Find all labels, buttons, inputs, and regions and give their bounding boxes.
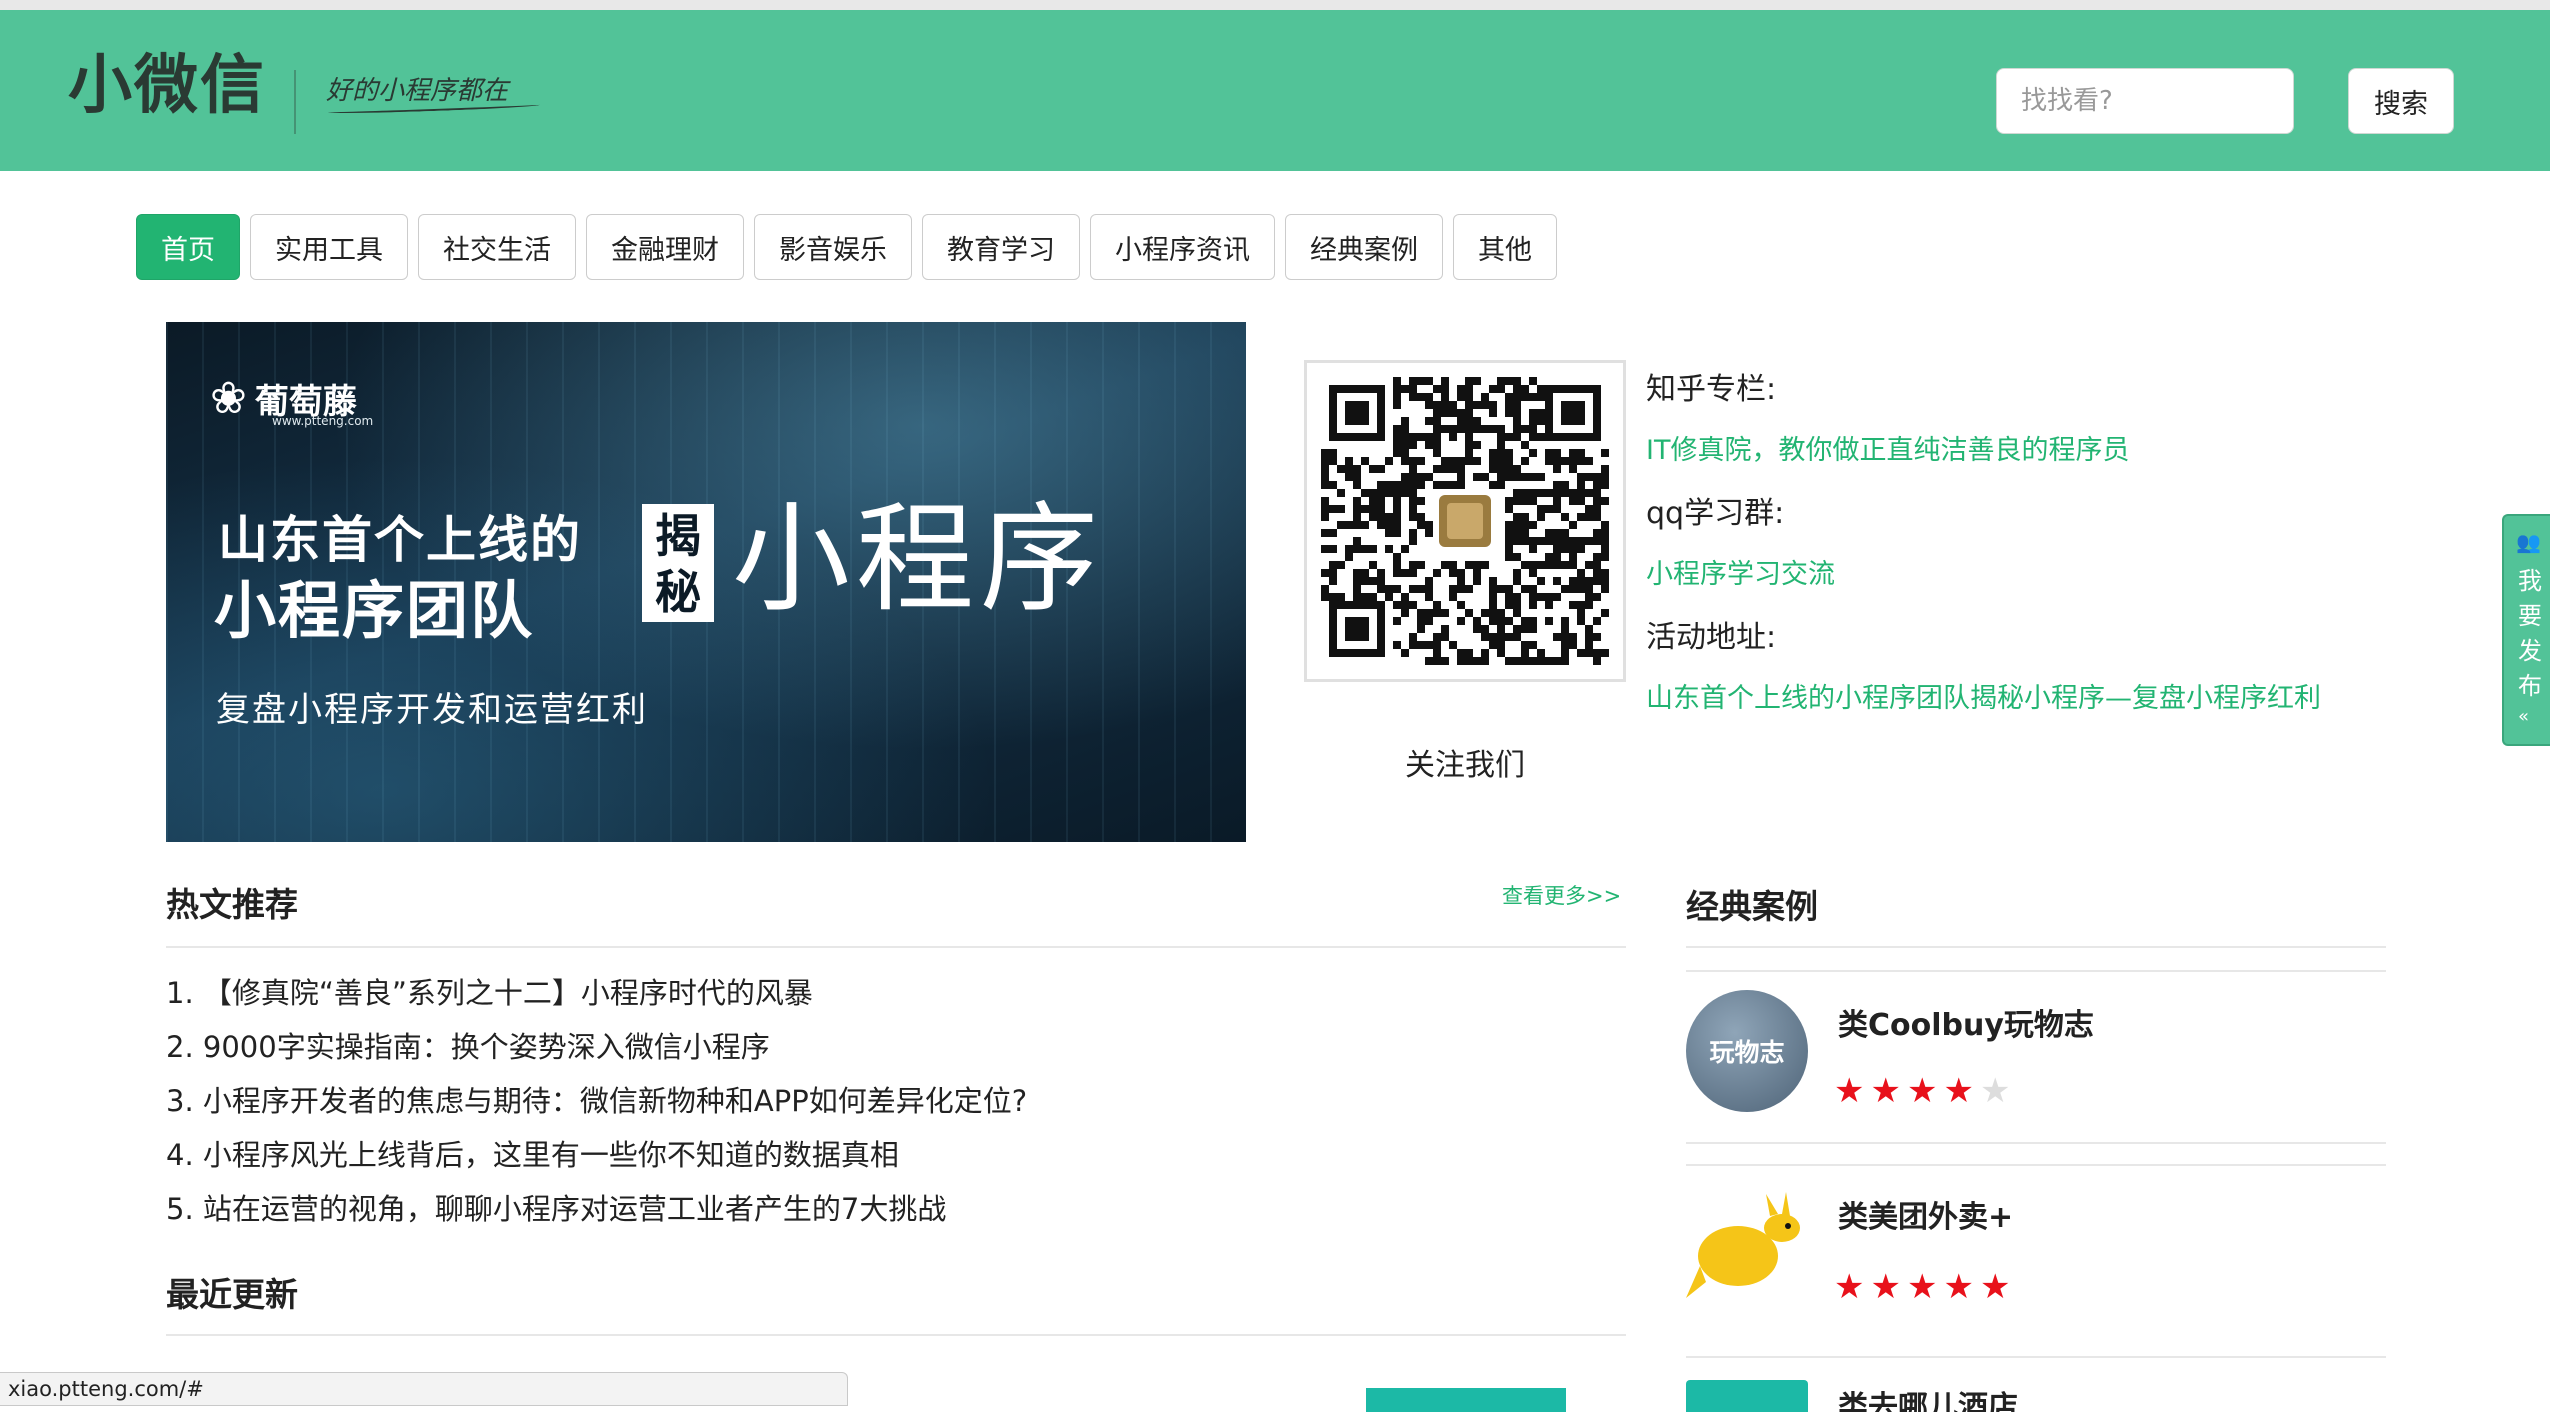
hot-more-link[interactable]: 查看更多>> <box>1502 880 1621 910</box>
zhihu-link[interactable]: IT修真院，教你做正直纯洁善良的程序员 <box>1646 428 2129 467</box>
banner-subtitle: 复盘小程序开发和运营红利 <box>216 690 648 730</box>
case-name[interactable]: 类美团外卖+ <box>1838 1192 2013 1236</box>
collapse-arrow-icon: « <box>2518 706 2530 727</box>
qq-label: qq学习群: <box>1646 496 1785 531</box>
hot-article-3[interactable]: 3. 小程序开发者的焦虑与期待：微信新物种和APP如何差异化定位? <box>166 1078 1027 1120</box>
case-item-2[interactable]: 类美团外卖+ ★ ★ ★ ★ ★ <box>1686 1186 2386 1336</box>
kangaroo-logo-icon <box>1686 1192 1800 1298</box>
hot-article-5[interactable]: 5. 站在运营的视角，聊聊小程序对运营工业者产生的7大挑战 <box>166 1186 946 1228</box>
case-divider-4 <box>1686 1356 2386 1358</box>
star-icon: ★ <box>1943 1071 1974 1111</box>
hot-article-1[interactable]: 1. 【修真院“善良”系列之十二】小程序时代的风暴 <box>166 970 813 1012</box>
nav-item-social[interactable]: 社交生活 <box>418 214 576 280</box>
nav-item-finance[interactable]: 金融理财 <box>586 214 744 280</box>
case-divider-2 <box>1686 1142 2386 1144</box>
star-empty-icon: ★ <box>1979 1071 2011 1111</box>
case-name-3[interactable]: 类去哪儿酒店 <box>1838 1382 2018 1412</box>
banner-brand-url: www.ptteng.com <box>272 414 374 428</box>
nav-item-home[interactable]: 首页 <box>136 214 240 280</box>
logo-divider <box>294 70 296 134</box>
star-icon: ★ <box>1906 1267 1938 1307</box>
cases-section-title: 经典案例 <box>1686 887 1818 926</box>
recent-divider <box>166 1334 1626 1336</box>
star-icon: ★ <box>1834 1071 1865 1111</box>
case-divider-1 <box>1686 970 2386 972</box>
site-slogan: 好的小程序都在 <box>326 76 509 106</box>
grape-logo-icon: ❀ <box>210 372 247 424</box>
publish-side-tab[interactable]: 👥 我要发布 « <box>2502 514 2550 746</box>
case-divider-3 <box>1686 1164 2386 1166</box>
star-rating: ★ ★ ★ ★ ★ <box>1834 1270 2010 1304</box>
browser-status-bar: xiao.ptteng.com/# <box>0 1372 848 1406</box>
promo-banner[interactable]: ❀ 葡萄藤 www.ptteng.com 山东首个上线的 小程序团队 揭秘 小程… <box>166 322 1246 842</box>
case-name[interactable]: 类Coolbuy玩物志 <box>1838 1000 2094 1044</box>
category-nav: 首页 实用工具 社交生活 金融理财 影音娱乐 教育学习 小程序资讯 经典案例 其… <box>136 214 1557 280</box>
star-rating: ★ ★ ★ ★ ★ <box>1834 1074 2010 1108</box>
recent-section-title: 最近更新 <box>166 1275 298 1314</box>
nav-item-entertainment[interactable]: 影音娱乐 <box>754 214 912 280</box>
nav-item-other[interactable]: 其他 <box>1453 214 1557 280</box>
star-icon: ★ <box>1870 1267 1901 1307</box>
nav-item-education[interactable]: 教育学习 <box>922 214 1080 280</box>
star-icon: ★ <box>1943 1267 1974 1307</box>
banner-headline-2: 小程序团队 <box>214 574 535 647</box>
star-icon: ★ <box>1979 1267 2011 1307</box>
qr-caption: 关注我们 <box>1405 748 1525 783</box>
star-icon: ★ <box>1870 1071 1901 1111</box>
hot-article-4[interactable]: 4. 小程序风光上线背后，这里有一些你不知道的数据真相 <box>166 1132 899 1174</box>
hot-section-title: 热文推荐 <box>166 885 298 924</box>
nav-item-news[interactable]: 小程序资讯 <box>1090 214 1275 280</box>
event-label: 活动地址: <box>1646 620 1777 655</box>
site-header: 小微信 好的小程序都在 搜索 <box>0 10 2550 171</box>
zhihu-label: 知乎专栏: <box>1646 372 1777 407</box>
qr-code <box>1304 360 1626 682</box>
hot-article-2[interactable]: 2. 9000字实操指南：换个姿势深入微信小程序 <box>166 1024 770 1066</box>
search-input[interactable] <box>1996 68 2294 134</box>
recent-item-button[interactable] <box>1366 1388 1566 1412</box>
banner-tag-text: 揭秘 <box>655 509 701 619</box>
qr-code-icon <box>1307 363 1623 679</box>
case-app-icon: 玩物志 <box>1686 990 1808 1112</box>
case-app-icon-3 <box>1686 1380 1808 1412</box>
search-button[interactable]: 搜索 <box>2348 68 2454 134</box>
hot-divider <box>166 946 1626 948</box>
publish-side-tab-label: 我要发布 <box>2518 567 2542 700</box>
nav-item-cases[interactable]: 经典案例 <box>1285 214 1443 280</box>
star-icon: ★ <box>1906 1071 1938 1111</box>
kangaroo-icon <box>1686 1186 1808 1308</box>
case-app-icon-text: 玩物志 <box>1709 1038 1785 1067</box>
site-logo[interactable]: 小微信 <box>68 54 266 118</box>
qq-link[interactable]: 小程序学习交流 <box>1646 552 1835 591</box>
star-icon: ★ <box>1834 1267 1865 1307</box>
nav-item-tools[interactable]: 实用工具 <box>250 214 408 280</box>
banner-big-title: 小程序 <box>732 490 1105 628</box>
case-item-1[interactable]: 玩物志 类Coolbuy玩物志 ★ ★ ★ ★ ★ <box>1686 990 2386 1140</box>
user-group-icon: 👥 <box>2516 530 2541 554</box>
cases-divider <box>1686 946 2386 948</box>
event-link[interactable]: 山东首个上线的小程序团队揭秘小程序—复盘小程序红利 <box>1646 676 2321 715</box>
banner-tag: 揭秘 <box>642 504 714 622</box>
